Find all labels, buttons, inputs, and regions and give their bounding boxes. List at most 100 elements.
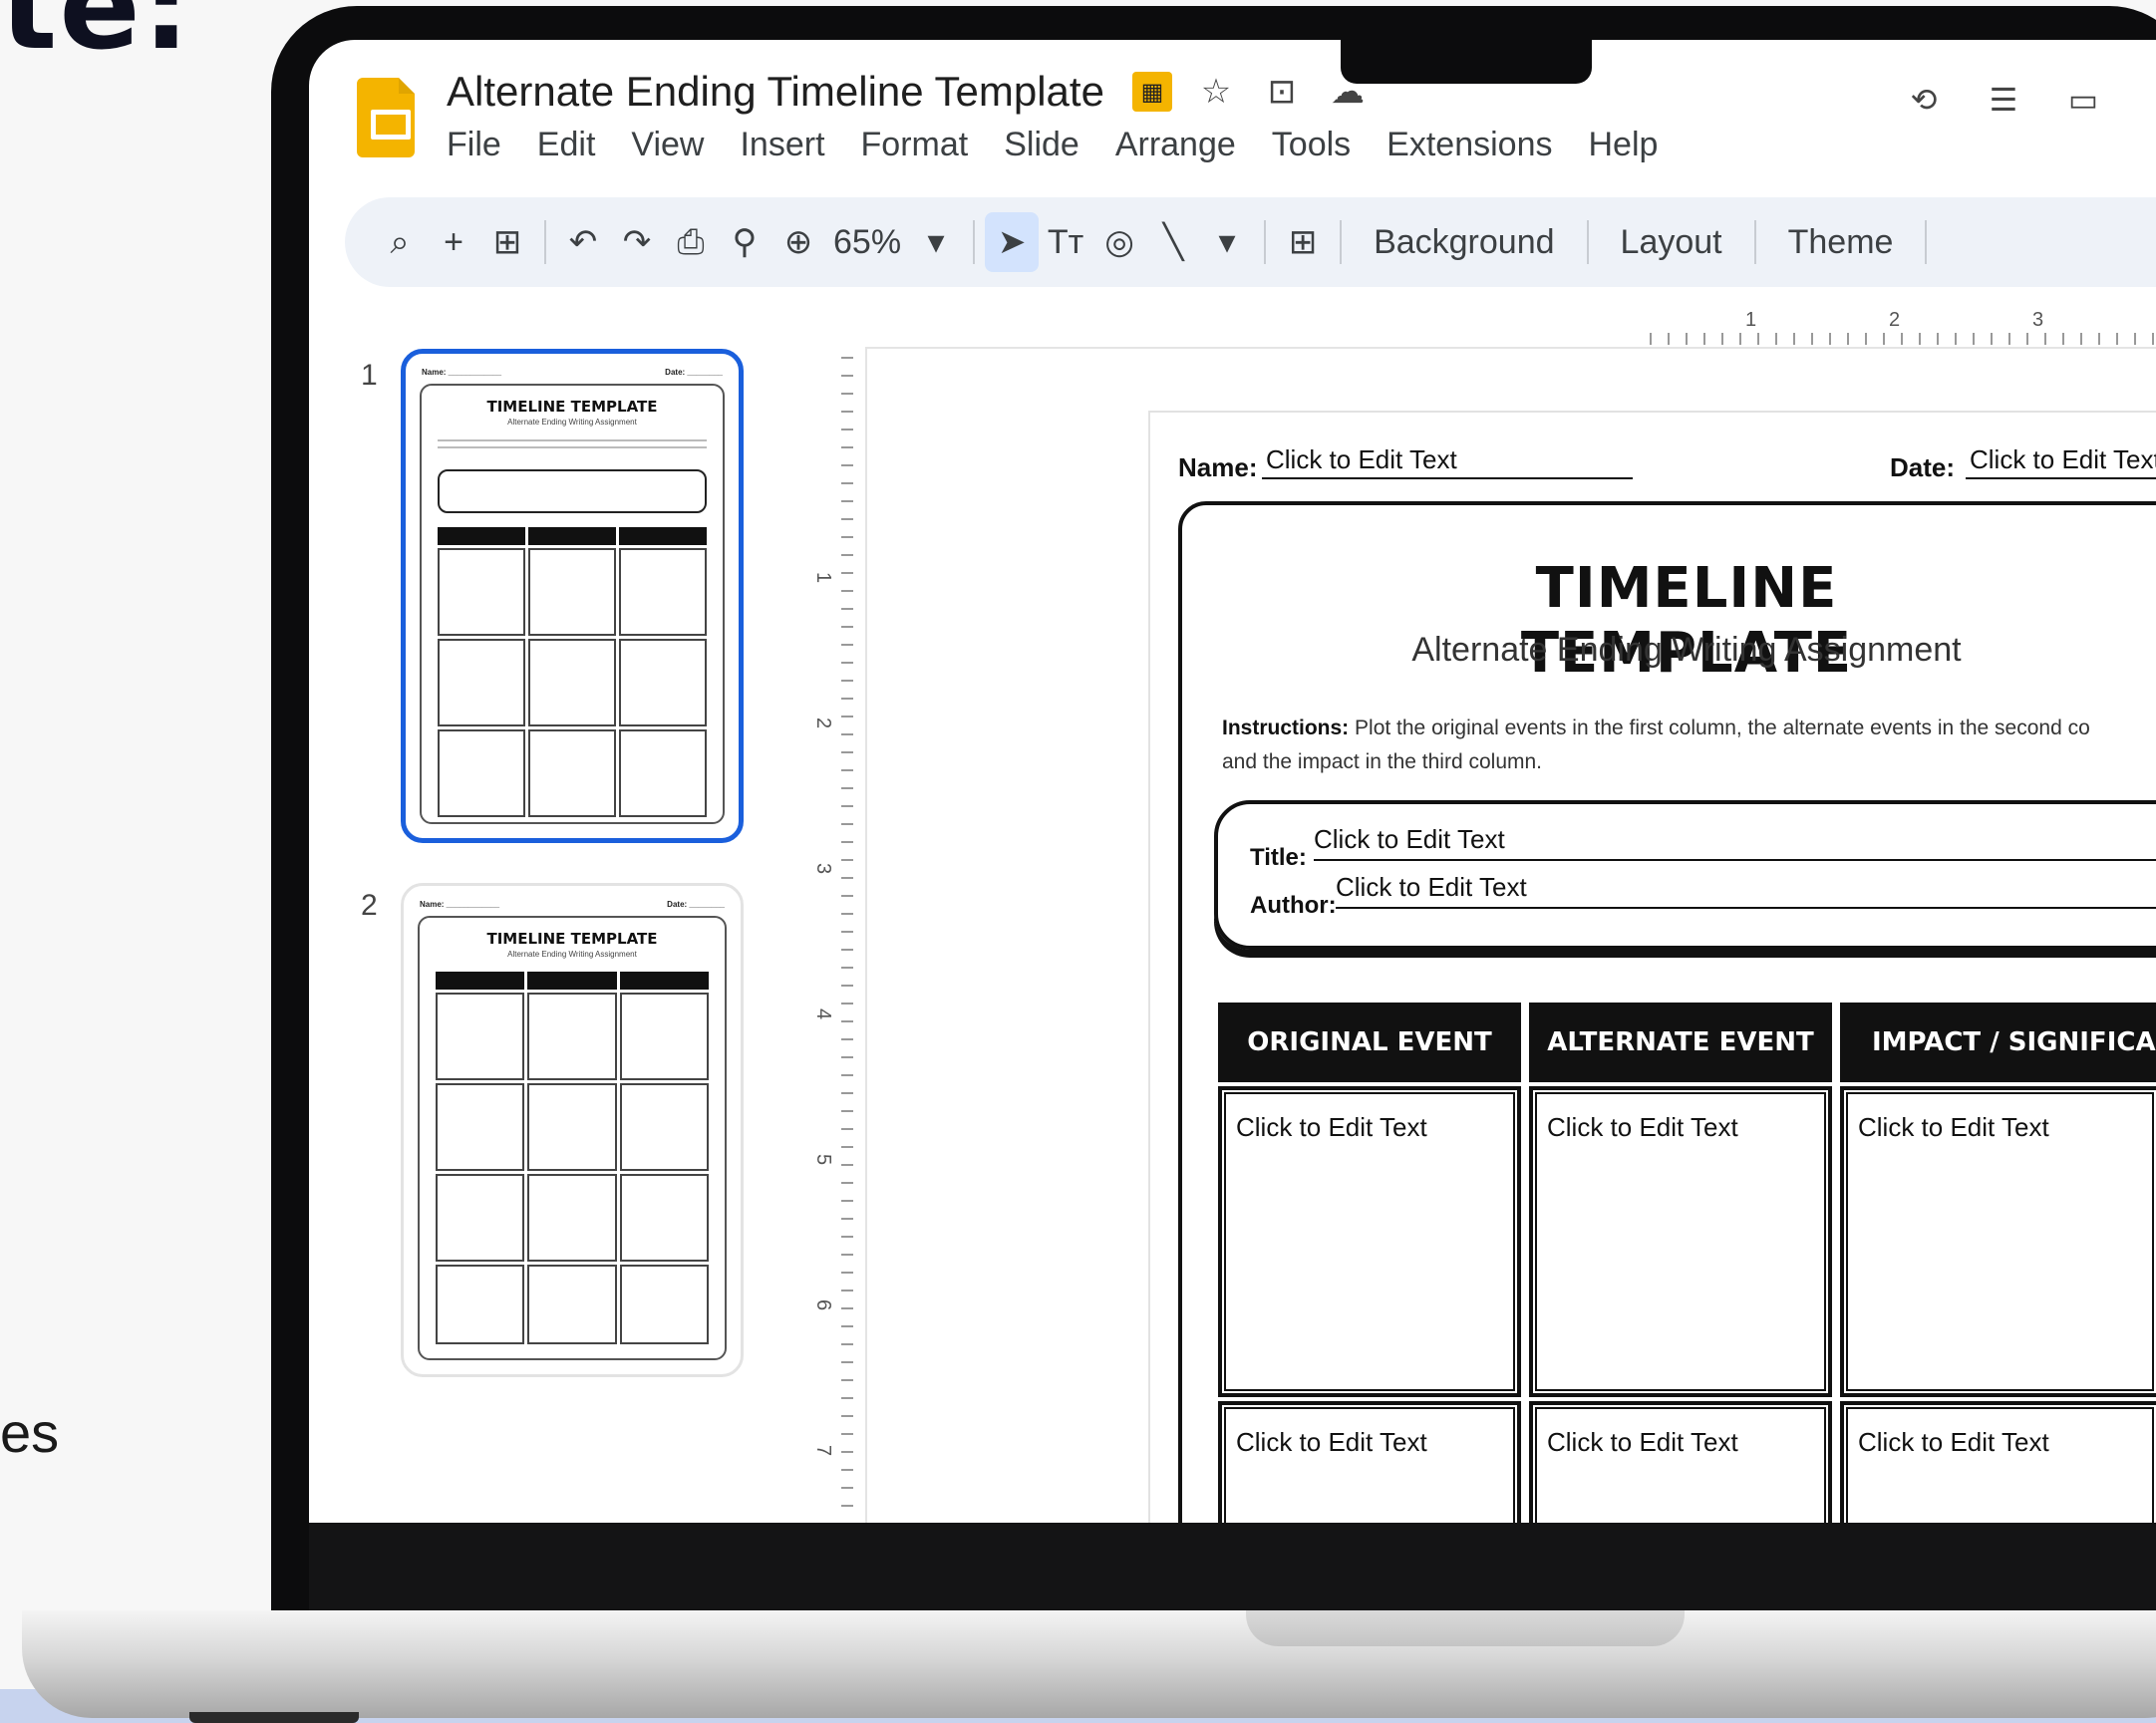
author-field[interactable]: Click to Edit Text bbox=[1336, 872, 2156, 909]
laptop-hinge-notch bbox=[1246, 1610, 1685, 1646]
paint-format-icon[interactable]: ⚲ bbox=[718, 212, 771, 272]
ruler-number: 7 bbox=[812, 1444, 835, 1457]
toolbar: ⌕ + ⊞ ↶ ↷ ⎙ ⚲ ⊕ 65% ▾ ➤ Tт ◎ ╲ ▾ ⊞ Backg… bbox=[345, 197, 2156, 287]
title-label: Title: bbox=[1250, 844, 1307, 871]
instructions[interactable]: Instructions: Plot the original events i… bbox=[1222, 712, 2156, 779]
zoom-dropdown-icon[interactable]: ▾ bbox=[909, 212, 963, 272]
star-icon[interactable]: ☆ bbox=[1194, 70, 1238, 114]
column-header-alternate[interactable]: ALTERNATE EVENT bbox=[1529, 1003, 1832, 1082]
thumb-date-label: Date: ________ bbox=[665, 368, 723, 377]
line-dropdown-icon[interactable]: ▾ bbox=[1200, 212, 1254, 272]
date-field[interactable]: Click to Edit Text bbox=[1966, 444, 2156, 479]
version-history-icon[interactable]: ⟲ bbox=[1904, 80, 1944, 120]
thumb-subtitle: Alternate Ending Writing Assignment bbox=[507, 950, 637, 959]
column-header-original[interactable]: ORIGINAL EVENT bbox=[1218, 1003, 1521, 1082]
new-slide-layout-icon[interactable]: ⊞ bbox=[480, 212, 534, 272]
meet-camera-icon[interactable]: ▭ bbox=[2063, 80, 2103, 120]
name-field[interactable]: Click to Edit Text bbox=[1262, 444, 1633, 479]
toolbar-divider bbox=[1264, 220, 1267, 264]
theme-button[interactable]: Theme bbox=[1766, 212, 1916, 272]
table-cell[interactable]: Click to Edit Text bbox=[1529, 1086, 1832, 1397]
ruler-number: 3 bbox=[812, 862, 835, 875]
title-author-box: Title: Click to Edit Text Author: Click … bbox=[1214, 800, 2156, 950]
ruler-number: 2 bbox=[812, 717, 835, 729]
menu-view[interactable]: View bbox=[631, 126, 704, 164]
column-header-impact[interactable]: IMPACT / SIGNIFICAN bbox=[1840, 1003, 2156, 1082]
camera-notch bbox=[1341, 40, 1592, 84]
thumb-table bbox=[438, 527, 707, 817]
thumb-title: TIMELINE TEMPLATE bbox=[486, 930, 658, 948]
ruler-number: 2 bbox=[1889, 309, 1901, 331]
ruler-number: 6 bbox=[812, 1298, 835, 1311]
template-badge-icon[interactable]: ▦ bbox=[1132, 72, 1172, 112]
comments-icon[interactable]: ☰ bbox=[1984, 80, 2023, 120]
toolbar-divider bbox=[973, 220, 976, 264]
shape-icon[interactable]: ◎ bbox=[1092, 212, 1146, 272]
ruler-ticks bbox=[1650, 333, 2156, 345]
menu-edit[interactable]: Edit bbox=[537, 126, 596, 164]
redo-icon[interactable]: ↷ bbox=[610, 212, 664, 272]
menu-bar: File Edit View Insert Format Slide Arran… bbox=[447, 126, 1658, 164]
menu-slide[interactable]: Slide bbox=[1004, 126, 1079, 164]
ruler-number: 4 bbox=[812, 1007, 835, 1020]
instructions-label: Instructions: bbox=[1222, 717, 1350, 739]
zoom-icon[interactable]: ⊕ bbox=[771, 212, 825, 272]
ruler-number: 1 bbox=[1745, 309, 1757, 331]
slide-thumbnail-1[interactable]: Name: ____________ Date: ________ TIMELI… bbox=[401, 349, 744, 843]
text-box-icon[interactable]: Tт bbox=[1039, 212, 1092, 272]
slides-app-window: Alternate Ending Timeline Template ▦ ☆ ⊡… bbox=[309, 40, 2156, 1523]
print-icon[interactable]: ⎙ bbox=[664, 212, 718, 272]
thumb-title: TIMELINE TEMPLATE bbox=[486, 398, 658, 416]
thumb-name-label: Name: ____________ bbox=[422, 368, 502, 377]
menu-arrange[interactable]: Arrange bbox=[1115, 126, 1236, 164]
layout-button[interactable]: Layout bbox=[1599, 212, 1744, 272]
slides-logo-icon[interactable] bbox=[357, 78, 415, 157]
ruler-number: 5 bbox=[812, 1153, 835, 1166]
worksheet-subtitle[interactable]: Alternate Ending Writing Assignment bbox=[1368, 631, 2005, 670]
slide-number: 1 bbox=[361, 359, 378, 392]
menu-help[interactable]: Help bbox=[1589, 126, 1659, 164]
table-cell[interactable]: Click to Edit Text bbox=[1218, 1086, 1521, 1397]
toolbar-divider bbox=[544, 220, 546, 264]
slide-number: 2 bbox=[361, 889, 378, 922]
thumb-name-label: Name: ____________ bbox=[420, 900, 500, 909]
search-menus-icon[interactable]: ⌕ bbox=[373, 212, 427, 272]
background-headline: te: bbox=[0, 0, 192, 77]
select-cursor-icon[interactable]: ➤ bbox=[985, 212, 1040, 272]
table-cell[interactable]: Click to Edit Text bbox=[1218, 1401, 1521, 1523]
move-folder-icon[interactable]: ⊡ bbox=[1260, 70, 1304, 114]
thumb-subtitle: Alternate Ending Writing Assignment bbox=[507, 418, 637, 427]
add-comment-icon[interactable]: ⊞ bbox=[1276, 212, 1330, 272]
menu-tools[interactable]: Tools bbox=[1272, 126, 1351, 164]
thumb-frame: TIMELINE TEMPLATE Alternate Ending Writi… bbox=[420, 384, 725, 824]
undo-icon[interactable]: ↶ bbox=[556, 212, 610, 272]
table-cell[interactable]: Click to Edit Text bbox=[1840, 1401, 2156, 1523]
horizontal-ruler[interactable]: 1 2 3 bbox=[1650, 309, 2156, 349]
vertical-ruler[interactable]: 1 2 3 4 5 6 7 bbox=[812, 357, 857, 1523]
menu-file[interactable]: File bbox=[447, 126, 501, 164]
thumb-meta-box bbox=[438, 469, 707, 513]
menu-format[interactable]: Format bbox=[861, 126, 969, 164]
table-cell[interactable]: Click to Edit Text bbox=[1529, 1401, 1832, 1523]
toolbar-divider bbox=[1340, 220, 1343, 264]
thumb-frame: TIMELINE TEMPLATE Alternate Ending Writi… bbox=[418, 916, 727, 1360]
line-icon[interactable]: ╲ bbox=[1146, 212, 1200, 272]
table-cell[interactable]: Click to Edit Text bbox=[1840, 1086, 2156, 1397]
zoom-level[interactable]: 65% bbox=[825, 212, 909, 272]
instructions-text: Plot the original events in the first co… bbox=[1355, 717, 2090, 739]
thumb-date-label: Date: ________ bbox=[667, 900, 725, 909]
toolbar-divider bbox=[1753, 220, 1756, 264]
slide-thumbnail-2[interactable]: Name: ____________ Date: ________ TIMELI… bbox=[401, 883, 744, 1377]
instructions-text-2: and the impact in the third column. bbox=[1222, 750, 1543, 773]
date-label: Date: bbox=[1890, 452, 1956, 482]
screen-bottom-bezel bbox=[309, 1523, 2156, 1612]
new-slide-icon[interactable]: + bbox=[427, 212, 480, 272]
document-title[interactable]: Alternate Ending Timeline Template bbox=[447, 68, 1104, 116]
author-label: Author: bbox=[1250, 892, 1337, 919]
menu-extensions[interactable]: Extensions bbox=[1386, 126, 1552, 164]
title-field[interactable]: Click to Edit Text bbox=[1314, 824, 2156, 861]
menu-insert[interactable]: Insert bbox=[740, 126, 824, 164]
laptop-base bbox=[22, 1610, 2156, 1718]
background-button[interactable]: Background bbox=[1352, 212, 1576, 272]
thumb-table bbox=[436, 972, 709, 1344]
